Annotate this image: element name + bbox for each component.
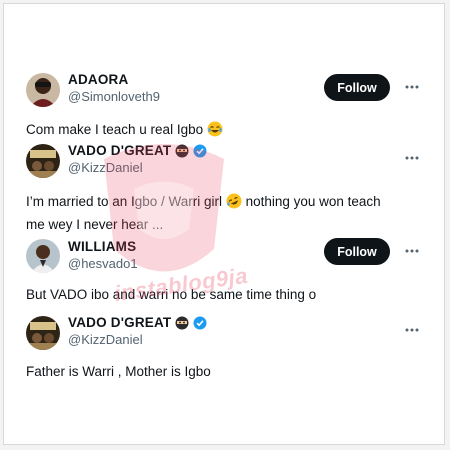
ninja-emoji-icon: [175, 144, 189, 158]
ninja-emoji-icon: [175, 316, 189, 330]
author-handle[interactable]: @KizzDaniel: [68, 160, 207, 175]
follow-button[interactable]: Follow: [324, 74, 390, 101]
more-options-icon[interactable]: [402, 241, 422, 261]
avatar[interactable]: [26, 73, 60, 107]
verified-badge-icon[interactable]: [193, 144, 207, 158]
avatar[interactable]: [26, 239, 60, 273]
more-options-icon[interactable]: [402, 148, 422, 168]
more-options-icon[interactable]: [402, 77, 422, 97]
avatar-image: [26, 316, 60, 350]
author-info: ADAORA @Simonloveth9: [68, 71, 160, 104]
tweet-text: I’m married to an Igbo / Warri girl noth…: [26, 192, 424, 235]
more-options-icon[interactable]: [402, 320, 422, 340]
author-handle[interactable]: @KizzDaniel: [68, 332, 207, 347]
author-name[interactable]: VADO D'GREAT: [68, 314, 207, 331]
reply-vado-2: VADO D'GREAT @KizzDaniel Father is Warri…: [26, 314, 424, 384]
rofl-emoji-icon: [226, 193, 242, 215]
joy-emoji-icon: [207, 121, 223, 143]
avatar[interactable]: [26, 316, 60, 350]
author-info: VADO D'GREAT @KizzDaniel: [68, 314, 207, 347]
author-name[interactable]: WILLIAMS: [68, 238, 138, 255]
reply-adaora: ADAORA @Simonloveth9 Follow Com make I t…: [26, 71, 424, 151]
avatar-image: [26, 239, 60, 273]
author-handle[interactable]: @hesvado1: [68, 256, 138, 271]
screenshot-frame: ADAORA @Simonloveth9 Follow Com make I t…: [3, 3, 445, 445]
avatar-image: [26, 144, 60, 178]
author-handle[interactable]: @Simonloveth9: [68, 89, 160, 104]
follow-button[interactable]: Follow: [324, 238, 390, 265]
author-name[interactable]: ADAORA: [68, 71, 160, 88]
author-info: WILLIAMS @hesvado1: [68, 238, 138, 271]
avatar[interactable]: [26, 144, 60, 178]
author-name[interactable]: VADO D'GREAT: [68, 142, 207, 159]
tweet-text: Com make I teach u real Igbo: [26, 120, 424, 143]
verified-badge-icon[interactable]: [193, 316, 207, 330]
author-info: VADO D'GREAT @KizzDaniel: [68, 142, 207, 175]
tweet-text: Father is Warri , Mother is Igbo: [26, 364, 211, 379]
reply-vado-1: VADO D'GREAT @KizzDaniel I’m married to …: [26, 142, 424, 237]
avatar-image: [26, 73, 60, 107]
